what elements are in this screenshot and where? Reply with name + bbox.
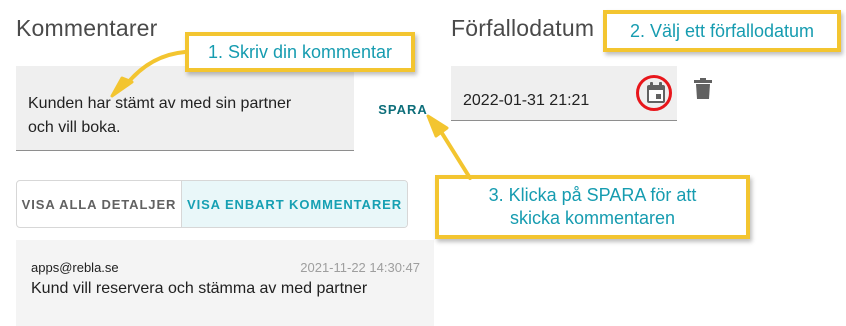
due-date-title: Förfallodatum <box>451 15 595 41</box>
show-only-comments-button[interactable]: VISA ENBART KOMMENTARER <box>182 181 407 227</box>
comment-item: apps@rebla.se 2021-11-22 14:30:47 Kund v… <box>16 240 434 326</box>
comment-input-value: Kunden har stämt av med sin partner och … <box>28 95 292 136</box>
arrow-step-3 <box>438 128 472 180</box>
callout-step-1: 1. Skriv din kommentar <box>185 32 415 72</box>
comment-text: Kund vill reservera och stämma av med pa… <box>31 280 368 297</box>
callout-step-3: 3. Klicka på SPARA för att skicka kommen… <box>435 175 750 239</box>
view-toggle: VISA ALLA DETALJER VISA ENBART KOMMENTAR… <box>16 180 408 228</box>
trash-icon[interactable] <box>694 78 712 100</box>
comments-title: Kommentarer <box>16 15 158 41</box>
comment-timestamp: 2021-11-22 14:30:47 <box>300 260 420 275</box>
save-button[interactable]: SPARA <box>372 96 434 122</box>
show-all-details-button[interactable]: VISA ALLA DETALJER <box>17 181 182 227</box>
callout-step-2: 2. Välj ett förfallodatum <box>603 10 841 52</box>
due-date-value: 2022-01-31 21:21 <box>463 92 590 109</box>
comment-author: apps@rebla.se <box>31 260 119 275</box>
calendar-icon[interactable] <box>646 82 666 104</box>
comment-input[interactable]: Kunden har stämt av med sin partner och … <box>16 66 354 151</box>
